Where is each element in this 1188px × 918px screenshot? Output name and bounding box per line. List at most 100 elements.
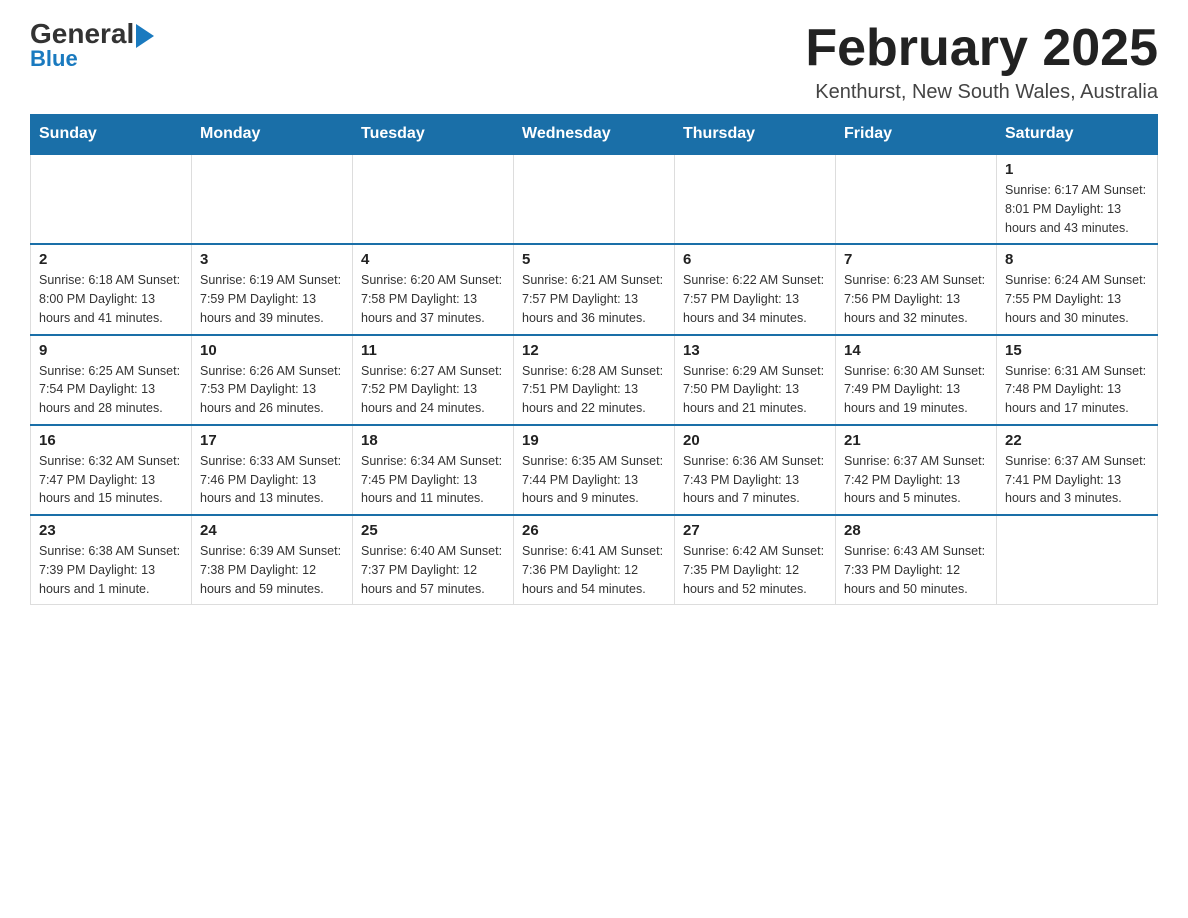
location-text: Kenthurst, New South Wales, Australia (805, 81, 1158, 104)
calendar-day-cell: 14 Sunrise: 6:30 AM Sunset: 7:49 PM Dayli… (836, 335, 997, 425)
calendar-day-cell: 20 Sunrise: 6:36 AM Sunset: 7:43 PM Dayli… (675, 425, 836, 515)
calendar-day-cell: 2Sunrise: 6:18 AM Sunset: 8:00 PM Daylig… (31, 244, 192, 334)
day-number: 24 (200, 522, 344, 539)
calendar-day-cell: 1 Sunrise: 6:17 AM Sunset: 8:01 PM Daylig… (997, 154, 1158, 244)
day-number: 11 (361, 342, 505, 359)
calendar-day-header: Saturday (997, 115, 1158, 155)
calendar-day-cell (997, 515, 1158, 605)
day-info: Sunrise: 6:22 AM Sunset: 7:57 PM Dayligh… (683, 271, 827, 327)
calendar-day-cell: 17 Sunrise: 6:33 AM Sunset: 7:46 PM Dayli… (192, 425, 353, 515)
day-info: Sunrise: 6:41 AM Sunset: 7:36 PM Dayligh… (522, 542, 666, 598)
calendar-day-cell (675, 154, 836, 244)
day-number: 8 (1005, 251, 1149, 268)
calendar-day-cell: 11 Sunrise: 6:27 AM Sunset: 7:52 PM Dayli… (353, 335, 514, 425)
calendar-day-cell: 6 Sunrise: 6:22 AM Sunset: 7:57 PM Daylig… (675, 244, 836, 334)
logo-text: General (30, 20, 154, 48)
calendar-day-cell: 9 Sunrise: 6:25 AM Sunset: 7:54 PM Daylig… (31, 335, 192, 425)
day-number: 20 (683, 432, 827, 449)
day-info: Sunrise: 6:23 AM Sunset: 7:56 PM Dayligh… (844, 271, 988, 327)
day-number: 21 (844, 432, 988, 449)
calendar-day-cell: 12 Sunrise: 6:28 AM Sunset: 7:51 PM Dayli… (514, 335, 675, 425)
day-number: 16 (39, 432, 183, 449)
calendar-day-cell: 8 Sunrise: 6:24 AM Sunset: 7:55 PM Daylig… (997, 244, 1158, 334)
day-info: Sunrise: 6:42 AM Sunset: 7:35 PM Dayligh… (683, 542, 827, 598)
calendar-day-header: Monday (192, 115, 353, 155)
calendar-day-cell (514, 154, 675, 244)
day-info: Sunrise: 6:38 AM Sunset: 7:39 PM Dayligh… (39, 542, 183, 598)
logo: General Blue (30, 20, 154, 72)
calendar-week-row: 2Sunrise: 6:18 AM Sunset: 8:00 PM Daylig… (31, 244, 1158, 334)
calendar-week-row: 16 Sunrise: 6:32 AM Sunset: 7:47 PM Dayli… (31, 425, 1158, 515)
day-info: Sunrise: 6:43 AM Sunset: 7:33 PM Dayligh… (844, 542, 988, 598)
calendar-week-row: 9 Sunrise: 6:25 AM Sunset: 7:54 PM Daylig… (31, 335, 1158, 425)
day-info: Sunrise: 6:37 AM Sunset: 7:42 PM Dayligh… (844, 452, 988, 508)
calendar-day-cell: 19 Sunrise: 6:35 AM Sunset: 7:44 PM Dayli… (514, 425, 675, 515)
calendar-day-cell: 27Sunrise: 6:42 AM Sunset: 7:35 PM Dayli… (675, 515, 836, 605)
calendar-day-cell: 7 Sunrise: 6:23 AM Sunset: 7:56 PM Daylig… (836, 244, 997, 334)
calendar-day-cell: 22Sunrise: 6:37 AM Sunset: 7:41 PM Dayli… (997, 425, 1158, 515)
title-section: February 2025 Kenthurst, New South Wales… (805, 20, 1158, 104)
day-info: Sunrise: 6:36 AM Sunset: 7:43 PM Dayligh… (683, 452, 827, 508)
logo-blue: Blue (30, 46, 78, 72)
month-title: February 2025 (805, 20, 1158, 77)
day-number: 3 (200, 251, 344, 268)
day-number: 4 (361, 251, 505, 268)
day-info: Sunrise: 6:31 AM Sunset: 7:48 PM Dayligh… (1005, 362, 1149, 418)
day-info: Sunrise: 6:21 AM Sunset: 7:57 PM Dayligh… (522, 271, 666, 327)
day-info: Sunrise: 6:29 AM Sunset: 7:50 PM Dayligh… (683, 362, 827, 418)
day-number: 23 (39, 522, 183, 539)
day-number: 12 (522, 342, 666, 359)
day-info: Sunrise: 6:17 AM Sunset: 8:01 PM Dayligh… (1005, 181, 1149, 237)
calendar-day-cell (31, 154, 192, 244)
calendar-day-cell: 23 Sunrise: 6:38 AM Sunset: 7:39 PM Dayli… (31, 515, 192, 605)
day-number: 9 (39, 342, 183, 359)
day-info: Sunrise: 6:24 AM Sunset: 7:55 PM Dayligh… (1005, 271, 1149, 327)
day-info: Sunrise: 6:28 AM Sunset: 7:51 PM Dayligh… (522, 362, 666, 418)
calendar-table: SundayMondayTuesdayWednesdayThursdayFrid… (30, 114, 1158, 605)
day-number: 28 (844, 522, 988, 539)
calendar-day-cell: 28 Sunrise: 6:43 AM Sunset: 7:33 PM Dayli… (836, 515, 997, 605)
calendar-day-cell: 18Sunrise: 6:34 AM Sunset: 7:45 PM Dayli… (353, 425, 514, 515)
day-number: 7 (844, 251, 988, 268)
day-info: Sunrise: 6:27 AM Sunset: 7:52 PM Dayligh… (361, 362, 505, 418)
day-info: Sunrise: 6:26 AM Sunset: 7:53 PM Dayligh… (200, 362, 344, 418)
day-number: 26 (522, 522, 666, 539)
day-info: Sunrise: 6:34 AM Sunset: 7:45 PM Dayligh… (361, 452, 505, 508)
calendar-day-cell: 21 Sunrise: 6:37 AM Sunset: 7:42 PM Dayli… (836, 425, 997, 515)
day-number: 5 (522, 251, 666, 268)
day-number: 1 (1005, 161, 1149, 178)
day-info: Sunrise: 6:37 AM Sunset: 7:41 PM Dayligh… (1005, 452, 1149, 508)
day-number: 14 (844, 342, 988, 359)
calendar-day-cell: 5 Sunrise: 6:21 AM Sunset: 7:57 PM Daylig… (514, 244, 675, 334)
day-info: Sunrise: 6:32 AM Sunset: 7:47 PM Dayligh… (39, 452, 183, 508)
day-info: Sunrise: 6:30 AM Sunset: 7:49 PM Dayligh… (844, 362, 988, 418)
calendar-day-cell: 16 Sunrise: 6:32 AM Sunset: 7:47 PM Dayli… (31, 425, 192, 515)
day-info: Sunrise: 6:35 AM Sunset: 7:44 PM Dayligh… (522, 452, 666, 508)
calendar-day-header: Friday (836, 115, 997, 155)
calendar-day-cell: 13Sunrise: 6:29 AM Sunset: 7:50 PM Dayli… (675, 335, 836, 425)
calendar-day-cell: 10 Sunrise: 6:26 AM Sunset: 7:53 PM Dayli… (192, 335, 353, 425)
page-header: General Blue February 2025 Kenthurst, Ne… (30, 20, 1158, 104)
day-info: Sunrise: 6:19 AM Sunset: 7:59 PM Dayligh… (200, 271, 344, 327)
day-info: Sunrise: 6:39 AM Sunset: 7:38 PM Dayligh… (200, 542, 344, 598)
day-number: 6 (683, 251, 827, 268)
day-info: Sunrise: 6:33 AM Sunset: 7:46 PM Dayligh… (200, 452, 344, 508)
day-number: 15 (1005, 342, 1149, 359)
day-number: 19 (522, 432, 666, 449)
day-number: 10 (200, 342, 344, 359)
day-number: 17 (200, 432, 344, 449)
calendar-day-header: Wednesday (514, 115, 675, 155)
day-info: Sunrise: 6:25 AM Sunset: 7:54 PM Dayligh… (39, 362, 183, 418)
calendar-day-cell (353, 154, 514, 244)
calendar-day-cell: 24 Sunrise: 6:39 AM Sunset: 7:38 PM Dayli… (192, 515, 353, 605)
day-info: Sunrise: 6:40 AM Sunset: 7:37 PM Dayligh… (361, 542, 505, 598)
calendar-day-cell: 25Sunrise: 6:40 AM Sunset: 7:37 PM Dayli… (353, 515, 514, 605)
calendar-day-cell: 3 Sunrise: 6:19 AM Sunset: 7:59 PM Daylig… (192, 244, 353, 334)
calendar-day-cell (836, 154, 997, 244)
calendar-week-row: 23 Sunrise: 6:38 AM Sunset: 7:39 PM Dayli… (31, 515, 1158, 605)
day-info: Sunrise: 6:18 AM Sunset: 8:00 PM Dayligh… (39, 271, 183, 327)
day-info: Sunrise: 6:20 AM Sunset: 7:58 PM Dayligh… (361, 271, 505, 327)
calendar-day-header: Tuesday (353, 115, 514, 155)
calendar-day-cell (192, 154, 353, 244)
calendar-header-row: SundayMondayTuesdayWednesdayThursdayFrid… (31, 115, 1158, 155)
